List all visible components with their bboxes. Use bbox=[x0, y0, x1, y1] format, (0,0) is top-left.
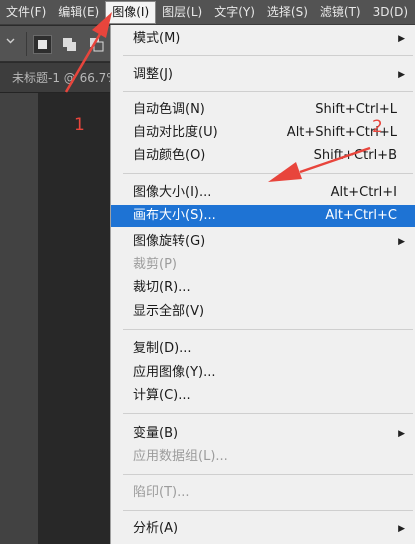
menu-item-shortcut: Shift+Ctrl+L bbox=[315, 102, 397, 117]
menu-separator bbox=[123, 413, 413, 414]
menu-item-label: 自动对比度(U) bbox=[133, 125, 218, 140]
menu-item-shortcut: Alt+Ctrl+C bbox=[325, 208, 397, 223]
step-2-number: 2 bbox=[372, 117, 383, 137]
menu-item-variables[interactable]: 变量(B) ▶ bbox=[111, 423, 415, 445]
menu-item-label: 自动色调(N) bbox=[133, 102, 205, 117]
menu-separator bbox=[123, 91, 413, 92]
step-1-number: 1 bbox=[74, 115, 85, 135]
chevron-down-icon[interactable] bbox=[6, 36, 15, 45]
menu-item-label: 裁切(R)... bbox=[133, 280, 191, 295]
menu-item-shortcut: Shift+Ctrl+B bbox=[313, 148, 397, 163]
menu-item-label: 分析(A) bbox=[133, 521, 179, 536]
menu-item-label: 应用数据组(L)... bbox=[133, 449, 228, 464]
submenu-arrow-icon: ▶ bbox=[398, 34, 405, 44]
menu-item-label: 图像大小(I)... bbox=[133, 185, 212, 200]
image-menu-dropdown: 模式(M) ▶ 调整(J) ▶ 自动色调(N) Shift+Ctrl+L 自动对… bbox=[110, 25, 415, 544]
submenu-arrow-icon: ▶ bbox=[398, 524, 405, 534]
menu-item-trap: 陷印(T)... bbox=[111, 482, 415, 504]
menu-item-label: 自动颜色(O) bbox=[133, 148, 206, 163]
menu-item-calculations[interactable]: 计算(C)... bbox=[111, 385, 415, 407]
document-tab[interactable]: 未标题-1 @ 66.7% bbox=[0, 63, 110, 93]
menu-image[interactable]: 图像(I) bbox=[105, 0, 157, 24]
menu-item-label: 模式(M) bbox=[133, 31, 181, 46]
menu-item-duplicate[interactable]: 复制(D)... bbox=[111, 338, 415, 360]
menu-separator bbox=[123, 329, 413, 330]
menu-edit[interactable]: 编辑(E) bbox=[52, 0, 105, 25]
menu-item-apply-image[interactable]: 应用图像(Y)... bbox=[111, 362, 415, 384]
menu-item-label: 变量(B) bbox=[133, 426, 179, 441]
subtract-from-selection-icon[interactable] bbox=[87, 35, 106, 54]
menu-select[interactable]: 选择(S) bbox=[261, 0, 314, 25]
menu-item-label: 显示全部(V) bbox=[133, 304, 205, 319]
square-icon bbox=[38, 40, 47, 49]
submenu-arrow-icon: ▶ bbox=[398, 237, 405, 247]
menu-item-analysis[interactable]: 分析(A) ▶ bbox=[111, 518, 415, 540]
menu-filter[interactable]: 滤镜(T) bbox=[314, 0, 367, 25]
menu-item-trim[interactable]: 裁切(R)... bbox=[111, 277, 415, 299]
new-selection-button[interactable] bbox=[33, 35, 52, 54]
menu-item-apply-dataset: 应用数据组(L)... bbox=[111, 446, 415, 468]
menu-item-label: 应用图像(Y)... bbox=[133, 365, 216, 380]
menu-item-label: 陷印(T)... bbox=[133, 485, 190, 500]
menu-item-shortcut: Alt+Ctrl+I bbox=[330, 185, 397, 200]
menu-item-image-size[interactable]: 图像大小(I)... Alt+Ctrl+I bbox=[111, 182, 415, 204]
menu-item-label: 调整(J) bbox=[133, 67, 173, 82]
menu-item-image-rotation[interactable]: 图像旋转(G) ▶ bbox=[111, 231, 415, 253]
menu-item-label: 图像旋转(G) bbox=[133, 234, 206, 249]
menu-item-auto-color[interactable]: 自动颜色(O) Shift+Ctrl+B bbox=[111, 145, 415, 167]
menu-separator bbox=[123, 173, 413, 174]
menu-separator bbox=[123, 474, 413, 475]
menu-item-reveal-all[interactable]: 显示全部(V) bbox=[111, 301, 415, 323]
menu-item-auto-tone[interactable]: 自动色调(N) Shift+Ctrl+L bbox=[111, 99, 415, 121]
menu-item-adjust[interactable]: 调整(J) ▶ bbox=[111, 64, 415, 86]
submenu-arrow-icon: ▶ bbox=[398, 429, 405, 439]
menu-separator bbox=[123, 510, 413, 511]
tools-panel bbox=[0, 93, 39, 544]
menu-file[interactable]: 文件(F) bbox=[0, 0, 52, 25]
submenu-arrow-icon: ▶ bbox=[398, 70, 405, 80]
toolbar-divider bbox=[26, 32, 27, 56]
menu-item-label: 画布大小(S)... bbox=[133, 208, 216, 223]
menu-item-canvas-size[interactable]: 画布大小(S)... Alt+Ctrl+C bbox=[111, 205, 415, 227]
add-to-selection-icon[interactable] bbox=[60, 35, 79, 54]
menu-layer[interactable]: 图层(L) bbox=[156, 0, 208, 25]
menu-item-crop: 裁剪(P) bbox=[111, 254, 415, 276]
menu-3d[interactable]: 3D(D) bbox=[367, 0, 414, 25]
menu-separator bbox=[123, 55, 413, 56]
menu-item-mode[interactable]: 模式(M) ▶ bbox=[111, 28, 415, 50]
menu-type[interactable]: 文字(Y) bbox=[208, 0, 261, 25]
menu-item-label: 裁剪(P) bbox=[133, 257, 177, 272]
menu-bar: 文件(F) 编辑(E) 图像(I) 图层(L) 文字(Y) 选择(S) 滤镜(T… bbox=[0, 0, 415, 25]
menu-item-auto-contrast[interactable]: 自动对比度(U) Alt+Shift+Ctrl+L bbox=[111, 122, 415, 144]
menu-item-label: 计算(C)... bbox=[133, 388, 191, 403]
canvas-area[interactable] bbox=[38, 93, 110, 544]
menu-item-label: 复制(D)... bbox=[133, 341, 192, 356]
